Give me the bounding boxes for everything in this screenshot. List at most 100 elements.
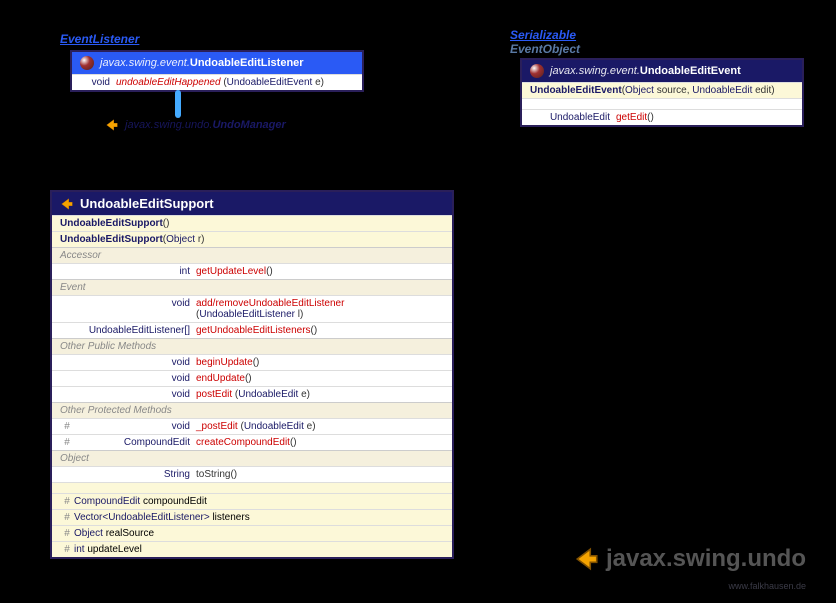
- event-getter-name: getEdit: [616, 112, 647, 123]
- section-other-public: Other Public Methods: [52, 338, 452, 354]
- em1-ret: void: [60, 298, 196, 320]
- pm2-name: endUpdate: [196, 373, 245, 384]
- event-ctor-p1-type: Object: [625, 85, 654, 96]
- f2-type-pre: Vector<: [74, 512, 108, 523]
- listener-method-ret: void: [80, 77, 116, 88]
- listener-method-param-type: UndoableEditEvent: [227, 77, 313, 88]
- f4-type: int: [74, 544, 85, 555]
- spacer-row: [522, 98, 802, 109]
- field-row-3: # Object realSource: [52, 525, 452, 541]
- f3-name: realSource: [106, 528, 154, 539]
- arrow-icon: [105, 118, 119, 132]
- pm3-name: postEdit: [196, 389, 232, 400]
- pm-row-2: void endUpdate (): [52, 370, 452, 386]
- pm2-ret: void: [60, 373, 196, 384]
- field-row-2: # Vector<UndoableEditListener> listeners: [52, 509, 452, 525]
- event-superclass-label: EventObject: [510, 42, 580, 56]
- f2-type-suf: >: [204, 512, 210, 523]
- hash-icon: #: [60, 528, 74, 539]
- listener-method-row: void undoableEditHappened (UndoableEditE…: [72, 74, 362, 90]
- field-row-4: # int updateLevel: [52, 541, 452, 557]
- arrow-icon: [60, 197, 74, 211]
- prot2-ret: CompoundEdit: [74, 437, 196, 448]
- hash-icon: #: [60, 544, 74, 555]
- support-ctor2-ptype: Object: [166, 234, 195, 245]
- em2-params: (): [311, 325, 318, 336]
- prot1-name: _postEdit: [196, 421, 238, 432]
- credit-label: www.falkhausen.de: [728, 581, 806, 591]
- event-package: javax.swing.event.: [550, 65, 640, 77]
- field-row-1: # CompoundEdit compoundEdit: [52, 493, 452, 509]
- spacer-row: [52, 482, 452, 493]
- support-ctor1: UndoableEditSupport(): [52, 215, 452, 231]
- hash-icon: #: [60, 437, 74, 448]
- subclass-classname: UndoManager: [212, 119, 285, 131]
- subclass-package: javax.swing.undo.: [125, 119, 212, 131]
- arrow-icon: [574, 546, 600, 572]
- package-name-text: javax.swing.undo: [606, 545, 806, 573]
- event-interface-label: Serializable: [510, 28, 576, 42]
- em1-pname: l: [298, 309, 300, 320]
- support-ctor1-params: (): [163, 218, 170, 229]
- section-other-protected: Other Protected Methods: [52, 402, 452, 418]
- subclass-undo-manager: javax.swing.undo.UndoManager: [105, 118, 286, 132]
- obj1-name: toString: [196, 469, 230, 480]
- prot-row-1: # void _postEdit (UndoableEdit e): [52, 418, 452, 434]
- support-header: UndoableEditSupport: [52, 192, 452, 215]
- pm3-ptype: UndoableEdit: [238, 389, 298, 400]
- listener-package: javax.swing.event.: [100, 57, 190, 69]
- accessor-name: getUpdateLevel: [196, 266, 266, 277]
- em2-name: getUndoableEditListeners: [196, 325, 311, 336]
- prot1-ret: void: [74, 421, 196, 432]
- event-constructor-row: UndoableEditEvent (Object source, Undoab…: [522, 82, 802, 98]
- event-method-row-2: UndoableEditListener[] getUndoableEditLi…: [52, 322, 452, 338]
- obj1-ret: String: [60, 469, 196, 480]
- inheritance-connector: [175, 90, 181, 118]
- event-getter-row: UndoableEdit getEdit (): [522, 109, 802, 125]
- support-ctor2-name: UndoableEditSupport: [60, 234, 163, 245]
- pm1-name: beginUpdate: [196, 357, 253, 368]
- f1-name: compoundEdit: [143, 496, 207, 507]
- prot-row-2: # CompoundEdit createCompoundEdit (): [52, 434, 452, 450]
- em2-ret: UndoableEditListener[]: [60, 325, 196, 336]
- section-event: Event: [52, 279, 452, 295]
- event-getter-ret: UndoableEdit: [530, 112, 616, 123]
- event-classname: UndoableEditEvent: [640, 65, 741, 77]
- accessor-ret: int: [60, 266, 196, 277]
- hash-icon: #: [60, 421, 74, 432]
- pm-row-1: void beginUpdate (): [52, 354, 452, 370]
- hash-icon: #: [60, 496, 74, 507]
- undoable-edit-event-box: javax.swing.event.UndoableEditEvent Undo…: [520, 58, 804, 127]
- section-accessor: Accessor: [52, 247, 452, 263]
- event-method-row-1: void add/removeUndoableEditListener (Und…: [52, 295, 452, 322]
- obj-row-1: String toString (): [52, 466, 452, 482]
- event-ctor-p1-name: source: [657, 85, 687, 96]
- listener-classname: UndoableEditListener: [190, 57, 304, 69]
- prot2-name: createCompoundEdit: [196, 437, 290, 448]
- f4-name: updateLevel: [87, 544, 142, 555]
- package-name-label: javax.swing.undo: [574, 545, 806, 573]
- em1-ptype: UndoableEditListener: [199, 309, 295, 320]
- event-header: javax.swing.event.UndoableEditEvent: [522, 60, 802, 82]
- undoable-edit-support-box: UndoableEditSupport UndoableEditSupport(…: [50, 190, 454, 559]
- accessor-row: int getUpdateLevel (): [52, 263, 452, 279]
- prot1-pname: e: [307, 421, 313, 432]
- f3-type: Object: [74, 528, 103, 539]
- support-ctor2: UndoableEditSupport (Object r): [52, 231, 452, 247]
- support-classname: UndoableEditSupport: [80, 196, 214, 211]
- listener-method-param-name: e: [315, 77, 321, 88]
- pm3-pname: e: [301, 389, 307, 400]
- pm3-ret: void: [60, 389, 196, 400]
- event-ctor-p2-type: UndoableEdit: [692, 85, 752, 96]
- listener-header: javax.swing.event.UndoableEditListener: [72, 52, 362, 74]
- support-ctor2-pname: r: [198, 234, 201, 245]
- section-object: Object: [52, 450, 452, 466]
- listener-method-name: undoableEditHappened: [116, 77, 221, 88]
- hash-icon: #: [60, 512, 74, 523]
- event-ctor-p2-name: edit: [755, 85, 771, 96]
- undoable-edit-listener-box: javax.swing.event.UndoableEditListener v…: [70, 50, 364, 92]
- event-constructor-name: UndoableEditEvent: [530, 85, 622, 96]
- f2-type-gen: UndoableEditListener: [108, 512, 204, 523]
- interface-label: EventListener: [60, 32, 139, 46]
- f1-type: CompoundEdit: [74, 496, 140, 507]
